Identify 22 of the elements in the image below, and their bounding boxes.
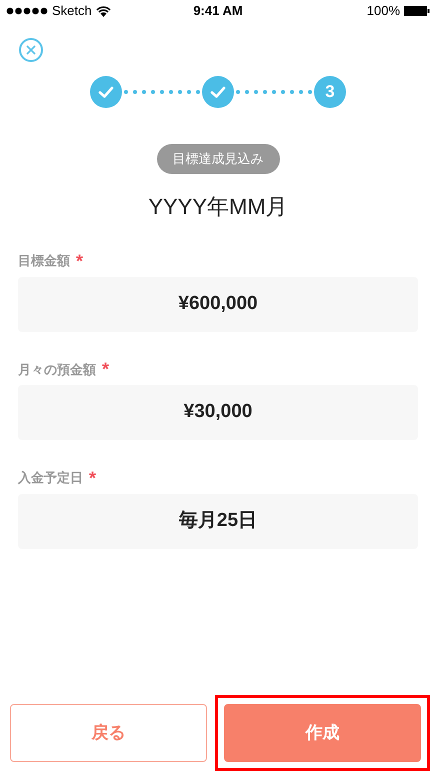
- close-button[interactable]: [19, 38, 43, 62]
- step-done-icon: [202, 76, 234, 108]
- required-mark: *: [102, 360, 110, 378]
- field-label: 目標金額: [18, 252, 70, 270]
- target-month: YYYY年MM月: [147, 193, 289, 221]
- wifi-icon: [96, 6, 111, 16]
- required-mark: *: [76, 252, 84, 270]
- required-mark: *: [89, 468, 96, 487]
- battery-percent: 100%: [366, 2, 400, 20]
- input-field[interactable]: ¥600,000: [18, 276, 418, 332]
- field-label: 入金予定日: [18, 469, 83, 487]
- battery-icon: [404, 6, 430, 16]
- carrier-name: Sketch: [52, 2, 92, 20]
- input-field[interactable]: ¥30,000: [18, 385, 418, 440]
- field-label: 月々の預金額: [18, 360, 96, 378]
- status-badge: 目標達成見込み: [156, 144, 280, 174]
- status-time: 9:41 AM: [193, 2, 243, 20]
- step-number: 3: [314, 76, 346, 108]
- step-done-icon: [90, 76, 122, 108]
- signal-icon: [6, 7, 48, 15]
- input-field[interactable]: 毎月25日: [18, 494, 418, 548]
- close-icon: [26, 45, 36, 55]
